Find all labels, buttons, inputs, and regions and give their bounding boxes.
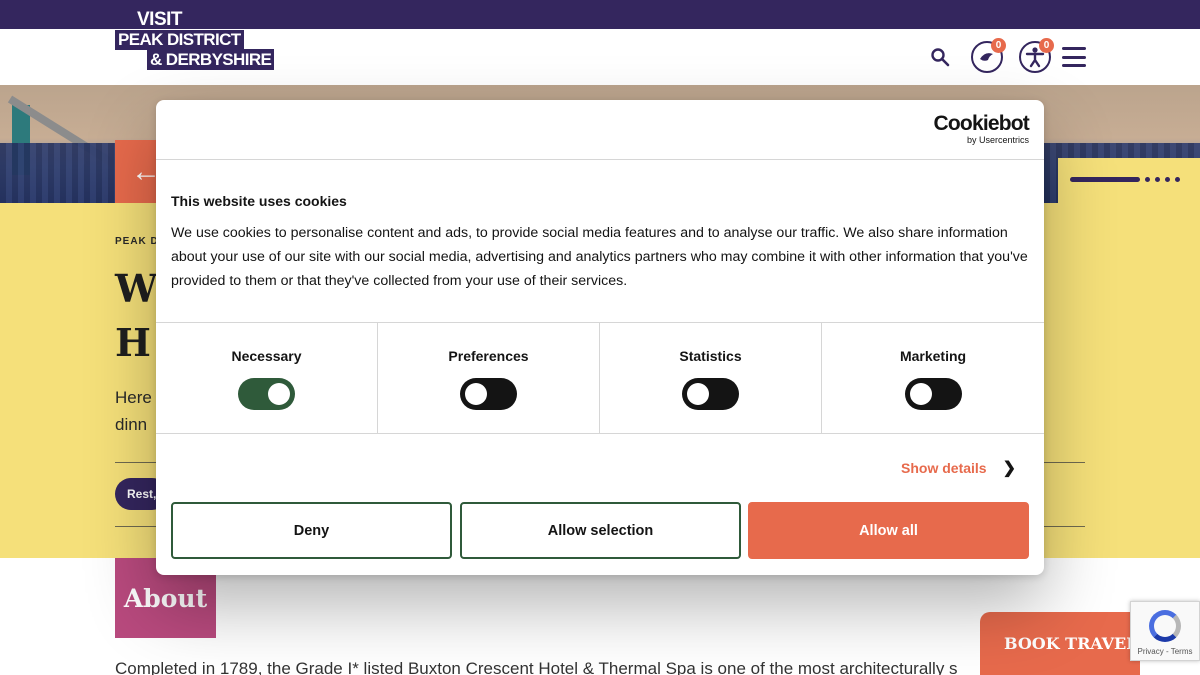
cookie-category-toggles: Necessary Preferences Statistics Marketi… — [156, 322, 1044, 434]
logo-line-1: VISIT — [137, 9, 183, 30]
cookiebot-brand-sub: by Usercentrics — [966, 135, 1029, 145]
search-icon[interactable] — [928, 45, 952, 69]
allow-selection-button[interactable]: Allow selection — [460, 502, 741, 559]
cookie-dialog-title: This website uses cookies — [171, 193, 347, 209]
toggle-statistics: Statistics — [600, 323, 822, 433]
slider-dot[interactable] — [1165, 177, 1170, 182]
toggle-label: Preferences — [448, 348, 529, 364]
book-travel-button[interactable]: BOOK TRAVEL — [980, 612, 1140, 675]
page: VISIT PEAK DISTRICT & DERBYSHIRE 0 0 ← P… — [0, 0, 1200, 675]
cookiebot-brand: Cookiebot — [933, 112, 1030, 135]
cookie-dialog-header: Cookiebot by Usercentrics — [156, 100, 1044, 160]
necessary-switch[interactable] — [238, 378, 295, 410]
toggle-label: Statistics — [679, 348, 742, 364]
menu-icon[interactable] — [1061, 47, 1087, 67]
breadcrumb[interactable]: PEAK D — [115, 236, 159, 247]
toggle-necessary: Necessary — [156, 323, 378, 433]
recaptcha-badge[interactable]: Privacy - Terms — [1130, 601, 1200, 661]
accessibility-badge: 0 — [991, 38, 1006, 53]
allow-all-button[interactable]: Allow all — [748, 502, 1029, 559]
cookie-consent-dialog: Cookiebot by Usercentrics This website u… — [156, 100, 1044, 575]
toggle-marketing: Marketing — [822, 323, 1044, 433]
deny-button[interactable]: Deny — [171, 502, 452, 559]
slider-dot[interactable] — [1145, 177, 1150, 182]
slider-dot[interactable] — [1155, 177, 1160, 182]
statistics-switch[interactable] — [682, 378, 739, 410]
logo-line-2: PEAK DISTRICT — [115, 30, 244, 50]
cookiebot-logo: Cookiebot by Usercentrics — [933, 112, 1030, 146]
marketing-switch[interactable] — [904, 378, 962, 410]
switch-knob — [268, 383, 290, 405]
person-badge: 0 — [1039, 38, 1054, 53]
slider-dot[interactable] — [1175, 177, 1180, 182]
switch-knob — [909, 383, 932, 405]
show-details-label: Show details — [901, 460, 987, 476]
show-details-link[interactable]: Show details ❯ — [901, 458, 1016, 478]
recaptcha-links[interactable]: Privacy - Terms — [1138, 647, 1193, 656]
recaptcha-icon — [1149, 610, 1181, 642]
cookie-dialog-text: We use cookies to personalise content an… — [171, 225, 1028, 289]
slider-active-bar[interactable] — [1070, 177, 1140, 182]
site-logo[interactable]: VISIT PEAK DISTRICT & DERBYSHIRE — [115, 10, 295, 72]
toggle-label: Necessary — [231, 348, 302, 364]
chevron-right-icon: ❯ — [1002, 460, 1016, 477]
switch-knob — [687, 383, 709, 405]
logo-line-3: & DERBYSHIRE — [147, 49, 275, 70]
toggle-preferences: Preferences — [378, 323, 600, 433]
preferences-switch[interactable] — [460, 378, 517, 410]
toggle-label: Marketing — [899, 348, 967, 364]
switch-knob — [465, 383, 487, 405]
slider-indicator[interactable] — [1070, 177, 1180, 182]
